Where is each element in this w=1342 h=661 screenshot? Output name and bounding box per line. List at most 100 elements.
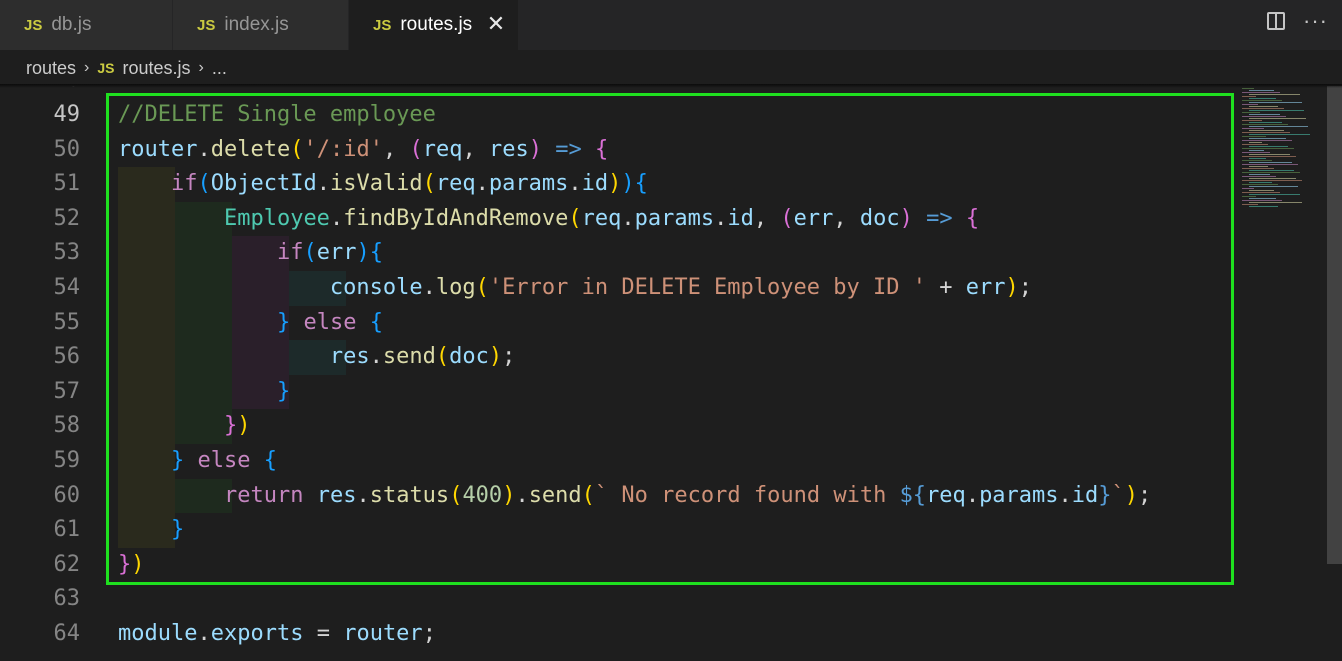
vertical-scrollbar[interactable] [1327,86,1342,661]
code-token: res [329,344,370,370]
code-line: router.delete('/:id', (req, res) => { [118,133,608,168]
minimap-line [1242,88,1254,89]
code-token: => [555,136,582,162]
minimap-line [1249,146,1288,147]
code-token: ) [899,205,913,231]
code-token: findByIdAndRemove [343,205,569,231]
code-token: { [594,136,609,162]
minimap-line [1242,144,1268,145]
line-number: 54 [53,275,81,300]
code-token: . [422,275,436,300]
minimap-line [1249,166,1268,167]
line-number: 52 [53,205,81,231]
code-token: ) [1005,275,1019,300]
js-file-icon: JS [197,16,216,34]
minimap-line [1249,118,1306,119]
minimap-line [1249,90,1274,91]
tab-index-js[interactable]: JS index.js [173,0,349,50]
minimap-line [1249,94,1300,95]
split-editor-icon[interactable] [1267,12,1286,30]
code-line: if(err){ [118,236,383,271]
breadcrumb-symbols[interactable]: ... [212,58,227,79]
code-token: . [356,482,370,508]
code-token: params [488,171,569,197]
code-token: ; [1138,482,1152,508]
editor-actions: ··· [1267,10,1328,32]
code-token: send [382,344,436,370]
minimap-line [1242,196,1256,197]
code-token: ) [488,344,503,370]
line-number: 51 [53,171,81,197]
code-token: params [634,205,715,231]
code-line: Employee.findByIdAndRemove(req.params.id… [118,202,979,237]
line-number: 53 [53,240,81,266]
minimap-line [1249,110,1304,111]
code-token: ( [581,482,595,508]
minimap-line [1249,122,1282,123]
line-number: 63 [53,586,81,612]
line-number: 57 [53,378,81,404]
code-token: id [727,205,754,231]
close-icon[interactable]: ✕ [486,13,506,35]
code-token: ( [435,344,450,370]
minimap[interactable] [1242,86,1330,661]
scrollbar-thumb[interactable] [1327,86,1342,564]
code-token: ; [422,621,436,646]
minimap-line [1242,172,1300,173]
more-actions-icon[interactable]: ··· [1303,10,1328,32]
tab-routes-js[interactable]: JS routes.js ✕ [349,0,519,50]
code-token: req [422,136,463,162]
code-token: . [568,171,582,197]
code-token: ( [475,275,489,300]
code-token: . [197,136,211,162]
code-token: isValid [329,171,423,197]
code-token: id [581,171,609,197]
line-number: 50 [53,136,81,162]
minimap-line [1249,150,1264,151]
minimap-line [1242,92,1280,93]
minimap-line [1249,158,1266,159]
code-token: status [369,482,450,508]
line-number: 59 [53,448,81,473]
code-token: . [197,621,211,646]
minimap-line [1242,100,1282,101]
code-token: Employee [223,205,330,231]
minimap-line [1249,186,1298,187]
code-token: . [1058,482,1072,508]
breadcrumb-folder[interactable]: routes [26,58,76,79]
code-token: send [528,482,582,508]
code-token: if [170,171,198,197]
minimap-line [1249,202,1302,203]
code-editor[interactable]: 48 49505152535455565758596061626364 //DE… [0,86,1342,661]
code-token: req [926,482,966,508]
code-token: err [793,205,834,231]
code-token: , [753,205,781,231]
code-token: , [833,205,860,231]
minimap-line [1242,108,1284,109]
line-number: 62 [53,551,81,577]
minimap-line [1249,130,1284,131]
code-token: . [369,344,383,370]
tab-label: routes.js [400,14,473,35]
code-token: else [303,309,357,335]
code-token: . [475,171,489,197]
breadcrumb-file[interactable]: routes.js [122,58,190,79]
code-token: 'Error in DELETE Employee by ID ' [488,275,926,300]
code-token: ( [290,136,304,162]
minimap-line [1249,190,1274,191]
chevron-right-icon: › [198,59,204,76]
tab-label: index.js [224,14,289,35]
code-token: req [581,205,622,231]
tab-db-js[interactable]: JS db.js [0,0,173,50]
code-token: log [435,275,476,300]
code-token: . [515,482,529,508]
code-token: ObjectId [210,171,317,197]
code-token: ) [131,551,145,577]
